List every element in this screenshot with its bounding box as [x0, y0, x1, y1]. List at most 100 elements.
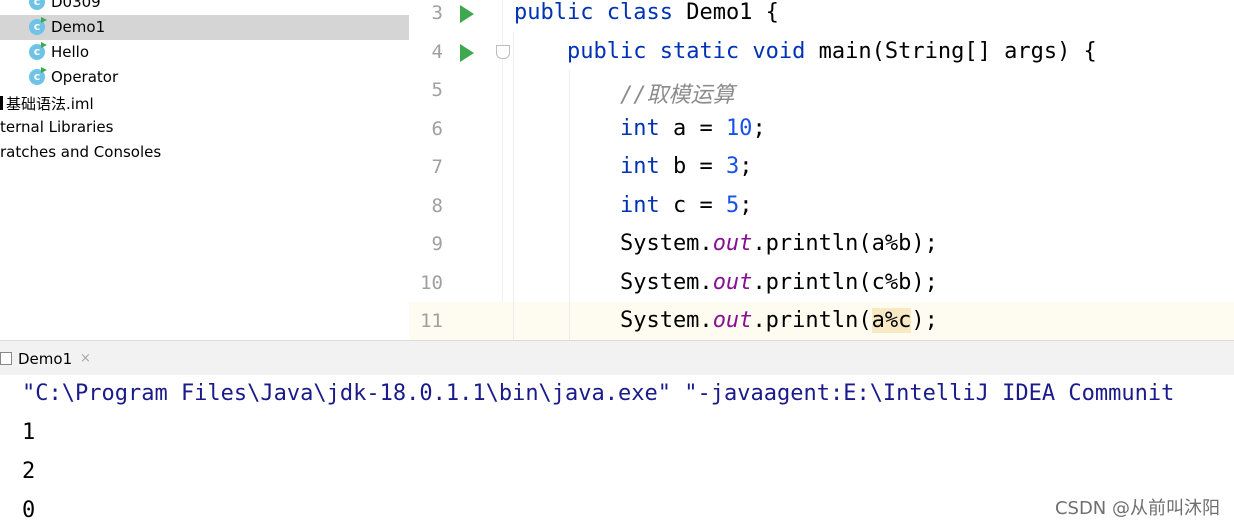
code-line[interactable]: 9 System.out.println(a%b);	[409, 225, 1234, 263]
code-line[interactable]: 6 int a = 10;	[409, 110, 1234, 148]
keyword-token: public	[514, 0, 607, 25]
code-token: ;	[739, 154, 753, 179]
line-number: 8	[431, 194, 443, 217]
code-line[interactable]: 7 int b = 3;	[409, 148, 1234, 186]
keyword-token: int	[619, 154, 673, 179]
field-token: out	[712, 269, 753, 295]
console-command-line: "C:\Program Files\Java\jdk-18.0.1.1\bin\…	[22, 381, 1175, 406]
code-line[interactable]: 11 System.out.println(a%c);	[409, 302, 1234, 340]
line-number: 11	[420, 310, 443, 332]
code-line[interactable]: 4 public static void main(String[] args)…	[409, 33, 1234, 71]
code-text: public static void main(String[] args) {	[514, 39, 1097, 64]
module-file-icon	[0, 96, 3, 110]
fold-marker-icon[interactable]	[496, 45, 510, 59]
code-line[interactable]: 8 int c = 5;	[409, 187, 1234, 225]
watermark: CSDN @从前叫沐阳	[1054, 498, 1220, 519]
console-icon	[0, 352, 12, 365]
keyword-token: public	[566, 38, 660, 64]
line-number: 10	[420, 271, 443, 294]
code-token: ;	[752, 115, 766, 141]
code-editor[interactable]: 3 public class Demo1 { 4 public static voi…	[409, 0, 1234, 340]
code-token: System.	[514, 231, 713, 256]
line-number: 4	[431, 40, 443, 63]
code-token: main(String[] args) {	[818, 38, 1097, 64]
tree-item-label: Operator	[51, 68, 119, 86]
comment-token: //取模运算	[619, 83, 735, 108]
line-number: 9	[431, 233, 443, 255]
line-number: 3	[431, 2, 443, 24]
code-text: public class Demo1 {	[514, 0, 779, 25]
code-text: System.out.println(a%b);	[514, 231, 938, 256]
code-token: Demo1 {	[686, 0, 779, 25]
indent-guide	[513, 32, 514, 340]
tree-item-ratches-and-consoles[interactable]: ratches and Consoles	[0, 140, 409, 165]
java-class-icon: c	[29, 67, 47, 85]
code-line[interactable]: 10 System.out.println(c%b);	[409, 264, 1234, 302]
tree-item-operator[interactable]: c Operator	[0, 65, 409, 90]
code-token: .println(c%b);	[752, 269, 938, 295]
console-output-line: 1	[22, 420, 36, 445]
code-token: );	[911, 308, 938, 333]
run-gutter-icon[interactable]	[460, 5, 474, 23]
run-tool-window-tabs: Demo1 ×	[0, 340, 1234, 376]
code-text: //取模运算	[514, 77, 735, 109]
tree-item-label: Hello	[51, 43, 90, 61]
indent-guide	[569, 70, 570, 340]
code-token: b =	[672, 154, 726, 179]
tree-item-label: 基础语法.iml	[6, 95, 94, 113]
code-token: c =	[672, 192, 726, 218]
keyword-token: class	[606, 0, 687, 25]
tree-item-label: D0309	[51, 0, 101, 11]
close-icon[interactable]: ×	[80, 351, 91, 366]
java-class-icon: c	[29, 17, 47, 35]
tree-item-demo1[interactable]: c Demo1	[0, 15, 409, 40]
tree-item-label: ratches and Consoles	[0, 143, 162, 161]
project-tree: c D0309 c Demo1 c Hello c Operator 基础语法.iml terna…	[0, 0, 410, 340]
number-token: 3	[725, 154, 740, 179]
tree-item-hello[interactable]: c Hello	[0, 40, 409, 65]
java-class-icon: c	[29, 0, 45, 10]
field-token: out	[712, 231, 753, 256]
line-number: 6	[431, 117, 443, 140]
line-number: 7	[431, 156, 443, 178]
keyword-token: int	[619, 192, 673, 218]
java-class-icon: c	[29, 42, 47, 60]
code-text: System.out.println(a%c);	[514, 308, 938, 333]
tree-item-label: ternal Libraries	[0, 118, 114, 136]
code-text: int a = 10;	[514, 116, 766, 141]
code-token: .println(a%b);	[752, 231, 938, 256]
console-output-line: 0	[22, 498, 36, 523]
code-token: System.	[514, 308, 713, 333]
run-console[interactable]: "C:\Program Files\Java\jdk-18.0.1.1\bin\…	[0, 375, 1234, 528]
tree-item-iml[interactable]: 基础语法.iml	[0, 90, 409, 115]
code-token: ;	[739, 192, 753, 218]
tree-item-label: Demo1	[51, 18, 106, 36]
code-token: a =	[672, 115, 726, 141]
tree-item-ternal-libraries[interactable]: ternal Libraries	[0, 115, 409, 140]
code-token: .println(	[752, 308, 872, 333]
code-token: System.	[514, 269, 713, 295]
run-tab-demo1[interactable]: Demo1 ×	[0, 341, 104, 375]
tree-item-d0309[interactable]: c D0309	[0, 0, 409, 15]
code-text: System.out.println(c%b);	[514, 270, 938, 295]
number-token: 10	[725, 115, 753, 141]
keyword-token: static	[659, 38, 753, 64]
keyword-token: int	[619, 115, 673, 141]
code-line[interactable]: 5 //取模运算	[409, 71, 1234, 109]
highlighted-token: a%c	[871, 308, 912, 333]
field-token: out	[712, 308, 753, 333]
console-output-line: 2	[22, 459, 36, 484]
keyword-token: void	[752, 38, 819, 64]
line-number: 5	[431, 79, 443, 101]
code-line[interactable]: 3 public class Demo1 {	[409, 0, 1234, 32]
run-tab-label: Demo1	[18, 350, 73, 368]
code-text: int c = 5;	[514, 193, 752, 218]
run-gutter-icon[interactable]	[460, 43, 474, 62]
code-text: int b = 3;	[514, 154, 752, 179]
number-token: 5	[725, 192, 740, 218]
